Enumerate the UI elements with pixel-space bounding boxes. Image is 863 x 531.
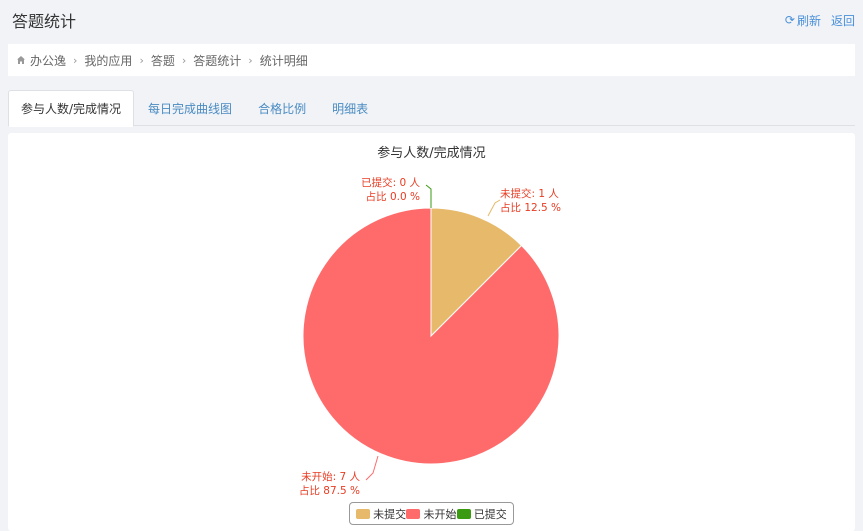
header-actions: ⟳ 刷新 返回 [785,12,855,29]
breadcrumb-item-quiz[interactable]: 答题 [151,52,175,69]
chevron-right-icon: › [248,53,253,67]
breadcrumb-item-stats-detail: 统计明细 [259,53,308,68]
legend-label: 未开始 [423,507,457,521]
refresh-button[interactable]: ⟳ 刷新 [785,12,821,29]
label-line-submitted [425,184,432,208]
breadcrumb-item-home[interactable]: 办公逸 [30,52,66,69]
tab-daily-curve[interactable]: 每日完成曲线图 [136,90,244,126]
pie-chart: 未提交: 1 人占比 12.5 % 未开始: 7 人占比 87.5 % 已提交: 0… [299,176,561,497]
chevron-right-icon: › [73,53,78,67]
tab-detail-table[interactable]: 明细表 [320,90,380,126]
page-title: 答题统计 [12,12,77,31]
breadcrumb-item-quiz-stats[interactable]: 答题统计 [193,52,241,69]
chart-panel: 参与人数/完成情况 未提交: 1 人占比 12.5 % 未开始: 7 人占比 87… [8,133,855,531]
back-button[interactable]: 返回 [831,12,855,29]
tab-participation[interactable]: 参与人数/完成情况 [8,90,135,127]
refresh-icon: ⟳ [784,13,795,27]
legend-item-submitted[interactable]: 已提交 [456,506,507,522]
data-label-submitted-count: 已提交: 0 人 [361,176,420,189]
chevron-right-icon: › [181,53,187,67]
data-label-not-started-count: 未开始: 7 人 [301,470,360,483]
label-line-not-started [365,455,379,481]
legend-item-not-started[interactable]: 未开始 [406,506,456,522]
data-label-not-submitted-count: 未提交: 1 人 [500,187,559,200]
data-label-not-submitted-percent: 占比 12.5 % [500,201,561,214]
breadcrumb-item-my-apps[interactable]: 我的应用 [84,52,132,69]
tab-bar: 参与人数/完成情况 每日完成曲线图 合格比例 明细表 [8,90,855,127]
page-header: 答题统计 ⟳ 刷新 返回 [0,0,863,40]
legend-swatch [456,508,471,519]
legend-label: 已提交 [473,507,507,521]
data-label-submitted-percent: 占比 0.0 % [366,190,420,203]
legend-item-not-submitted[interactable]: 未提交 [356,506,406,522]
legend-label: 未提交 [373,507,407,521]
data-label-not-started-percent: 占比 87.5 % [299,484,360,497]
legend-swatch [406,508,421,519]
home-icon [17,56,25,64]
tab-pass-ratio[interactable]: 合格比例 [246,90,318,126]
label-line-not-submitted [487,199,501,217]
chart-legend: 未提交 未开始 已提交 [349,502,514,525]
pie-slice-not-started[interactable] [302,207,560,465]
legend-swatch [356,508,371,519]
chevron-right-icon: › [139,53,144,67]
refresh-label: 刷新 [796,13,821,28]
breadcrumb: 办公逸 › 我的应用 › 答题 › 答题统计 › 统计明细 [8,44,855,76]
